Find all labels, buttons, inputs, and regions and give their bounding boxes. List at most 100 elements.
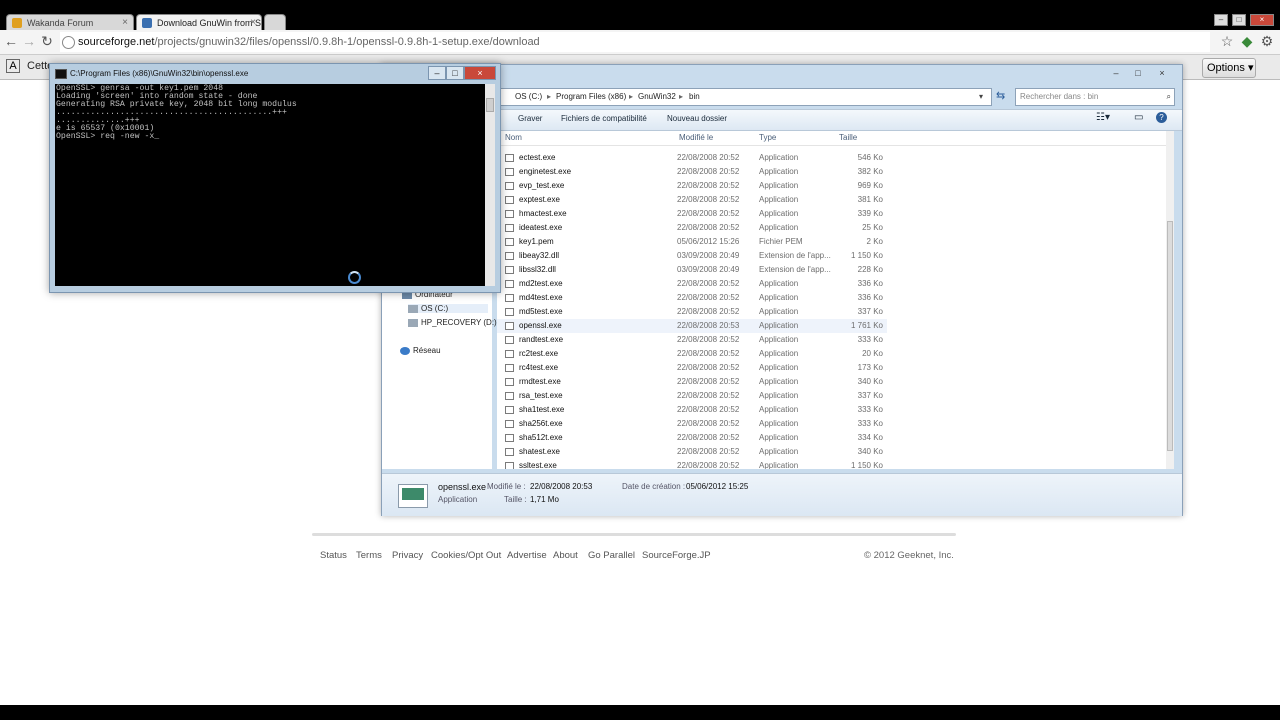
close-window-button[interactable]: × xyxy=(1250,14,1274,26)
breadcrumb-program-files[interactable]: Program Files (x86) xyxy=(556,89,626,105)
file-type: Application xyxy=(759,279,799,288)
file-row[interactable]: md4test.exe 22/08/2008 20:52 Application 33… xyxy=(497,291,887,305)
help-icon[interactable]: ? xyxy=(1156,112,1167,123)
maximize-button[interactable]: □ xyxy=(446,66,464,80)
console-output[interactable]: OpenSSL> genrsa -out key1.pem 2048 Loadi… xyxy=(55,84,485,286)
details-modified-value: 22/08/2008 20:53 xyxy=(530,482,593,491)
file-row[interactable]: evp_test.exe 22/08/2008 20:52 Application 9… xyxy=(497,179,887,193)
footer-link-terms[interactable]: Terms xyxy=(356,550,382,561)
footer-link-advertise[interactable]: Advertise xyxy=(507,550,547,561)
file-row[interactable]: md2test.exe 22/08/2008 20:52 Application 33… xyxy=(497,277,887,291)
file-row[interactable]: shatest.exe 22/08/2008 20:52 Application 34… xyxy=(497,445,887,459)
file-row[interactable]: hmactest.exe 22/08/2008 20:52 Application 3… xyxy=(497,207,887,221)
file-row[interactable]: rc4test.exe 22/08/2008 20:52 Application 17… xyxy=(497,361,887,375)
bookmark-star-icon[interactable]: ☆ xyxy=(1218,33,1236,50)
file-row[interactable]: libeay32.dll 03/09/2008 20:49 Extension de… xyxy=(497,249,887,263)
nav-network[interactable]: Réseau xyxy=(400,346,441,355)
file-row[interactable]: rmdtest.exe 22/08/2008 20:52 Application 34… xyxy=(497,375,887,389)
search-placeholder: Rechercher dans : bin xyxy=(1020,92,1099,101)
explorer-search-input[interactable]: Rechercher dans : bin ⌕ xyxy=(1015,88,1175,106)
file-row[interactable]: openssl.exe 22/08/2008 20:53 Application 1 … xyxy=(497,319,887,333)
console-scrollbar[interactable] xyxy=(485,84,495,286)
close-icon[interactable]: × xyxy=(250,15,256,30)
maximize-button[interactable]: □ xyxy=(1128,67,1148,79)
breadcrumb-os[interactable]: OS (C:) xyxy=(515,89,542,105)
address-bar[interactable]: sourceforge.net/projects/gnuwin32/files/… xyxy=(60,32,1210,52)
nav-label: HP_RECOVERY (D:) xyxy=(421,318,497,327)
back-arrow-icon[interactable]: ← xyxy=(2,33,20,49)
file-name: enginetest.exe xyxy=(519,167,572,176)
file-type: Application xyxy=(759,195,799,204)
wrench-menu-icon[interactable]: ⚙ xyxy=(1258,33,1276,50)
file-date: 22/08/2008 20:52 xyxy=(677,377,740,386)
file-row[interactable]: md5test.exe 22/08/2008 20:52 Application 33… xyxy=(497,305,887,319)
file-row[interactable]: sha512t.exe 22/08/2008 20:52 Application 33… xyxy=(497,431,887,445)
file-row[interactable]: ssltest.exe 22/08/2008 20:52 Application 1 … xyxy=(497,459,887,469)
file-row[interactable]: exptest.exe 22/08/2008 20:52 Application 38… xyxy=(497,193,887,207)
scrollbar-thumb[interactable] xyxy=(1167,221,1173,451)
file-name: rc4test.exe xyxy=(519,363,559,372)
file-name: sha256t.exe xyxy=(519,419,563,428)
explorer-titlebar[interactable]: – □ × xyxy=(382,65,1182,87)
column-header-name[interactable]: Nom xyxy=(505,133,522,142)
options-button[interactable]: Options ▾ xyxy=(1202,58,1256,78)
forward-arrow-icon[interactable]: → xyxy=(20,33,38,49)
file-size: 228 Ko xyxy=(857,265,883,274)
explorer-address-bar[interactable]: OS (C:) ▸ Program Files (x86) ▸ GnuWin32… xyxy=(500,88,992,106)
close-window-button[interactable]: × xyxy=(1150,67,1174,79)
footer-link-about[interactable]: About xyxy=(553,550,578,561)
file-row[interactable]: key1.pem 05/06/2012 15:26 Fichier PEM 2 Ko xyxy=(497,235,887,249)
file-row[interactable]: enginetest.exe 22/08/2008 20:52 Applicatio… xyxy=(497,165,887,179)
footer-link-cookies[interactable]: Cookies/Opt Out xyxy=(431,550,501,561)
file-row[interactable]: rc2test.exe 22/08/2008 20:52 Application 20… xyxy=(497,347,887,361)
file-icon xyxy=(505,462,514,469)
view-options-icon[interactable]: ☷▾ xyxy=(1096,112,1110,123)
footer-link-sourceforge-jp[interactable]: SourceForge.JP xyxy=(642,550,711,561)
tab-download-gnuwin[interactable]: Download GnuWin from So × xyxy=(136,14,262,30)
new-folder-button[interactable]: Nouveau dossier xyxy=(667,114,727,123)
chevron-down-icon[interactable]: ▾ xyxy=(979,89,983,105)
burn-button[interactable]: Graver xyxy=(518,114,542,123)
file-icon xyxy=(505,196,514,204)
column-header-type[interactable]: Type xyxy=(759,133,776,142)
file-row[interactable]: sha256t.exe 22/08/2008 20:52 Application 33… xyxy=(497,417,887,431)
file-row[interactable]: sha1test.exe 22/08/2008 20:52 Application 3… xyxy=(497,403,887,417)
maximize-button[interactable]: □ xyxy=(1232,14,1246,26)
reload-icon[interactable]: ↻ xyxy=(38,33,56,50)
file-row[interactable]: ectest.exe 22/08/2008 20:52 Application 546… xyxy=(497,151,887,165)
minimize-button[interactable]: – xyxy=(1214,14,1228,26)
extension-icon[interactable]: ◆ xyxy=(1238,33,1256,50)
column-header-size[interactable]: Taille xyxy=(839,133,857,142)
breadcrumb-gnuwin32[interactable]: GnuWin32 xyxy=(638,89,676,105)
footer-link-privacy[interactable]: Privacy xyxy=(392,550,423,561)
file-type: Application xyxy=(759,363,799,372)
footer-link-go-parallel[interactable]: Go Parallel xyxy=(588,550,635,561)
nav-os-drive[interactable]: OS (C:) xyxy=(408,304,488,313)
file-name: rsa_test.exe xyxy=(519,391,563,400)
console-title: C:\Program Files (x86)\GnuWin32\bin\open… xyxy=(70,69,249,78)
file-row[interactable]: ideatest.exe 22/08/2008 20:52 Application 2… xyxy=(497,221,887,235)
close-icon[interactable]: × xyxy=(122,15,128,30)
column-header-modified[interactable]: Modifié le xyxy=(679,133,713,142)
nav-hp-recovery[interactable]: HP_RECOVERY (D:) xyxy=(408,318,497,327)
breadcrumb-separator-icon: ▸ xyxy=(547,92,552,101)
breadcrumb-bin[interactable]: bin xyxy=(689,89,700,105)
console-icon xyxy=(55,69,67,79)
file-icon xyxy=(505,420,514,428)
minimize-button[interactable]: – xyxy=(1106,67,1126,79)
file-list-scrollbar[interactable] xyxy=(1166,131,1174,469)
details-size-label: Taille : xyxy=(504,495,527,504)
file-row[interactable]: rsa_test.exe 22/08/2008 20:52 Application 3… xyxy=(497,389,887,403)
scrollbar-thumb[interactable] xyxy=(486,98,494,112)
new-tab-button[interactable] xyxy=(264,14,286,30)
file-row[interactable]: randtest.exe 22/08/2008 20:52 Application 3… xyxy=(497,333,887,347)
compatibility-files-button[interactable]: Fichiers de compatibilité xyxy=(561,114,647,123)
refresh-icon[interactable]: ⇆ xyxy=(996,89,1005,102)
footer-link-status[interactable]: Status xyxy=(320,550,347,561)
file-type: Application xyxy=(759,293,799,302)
file-row[interactable]: libssl32.dll 03/09/2008 20:49 Extension de… xyxy=(497,263,887,277)
preview-pane-icon[interactable]: ▭ xyxy=(1134,112,1143,123)
close-window-button[interactable]: × xyxy=(464,66,496,80)
tab-wakanda-forum[interactable]: Wakanda Forum × xyxy=(6,14,134,30)
minimize-button[interactable]: – xyxy=(428,66,446,80)
